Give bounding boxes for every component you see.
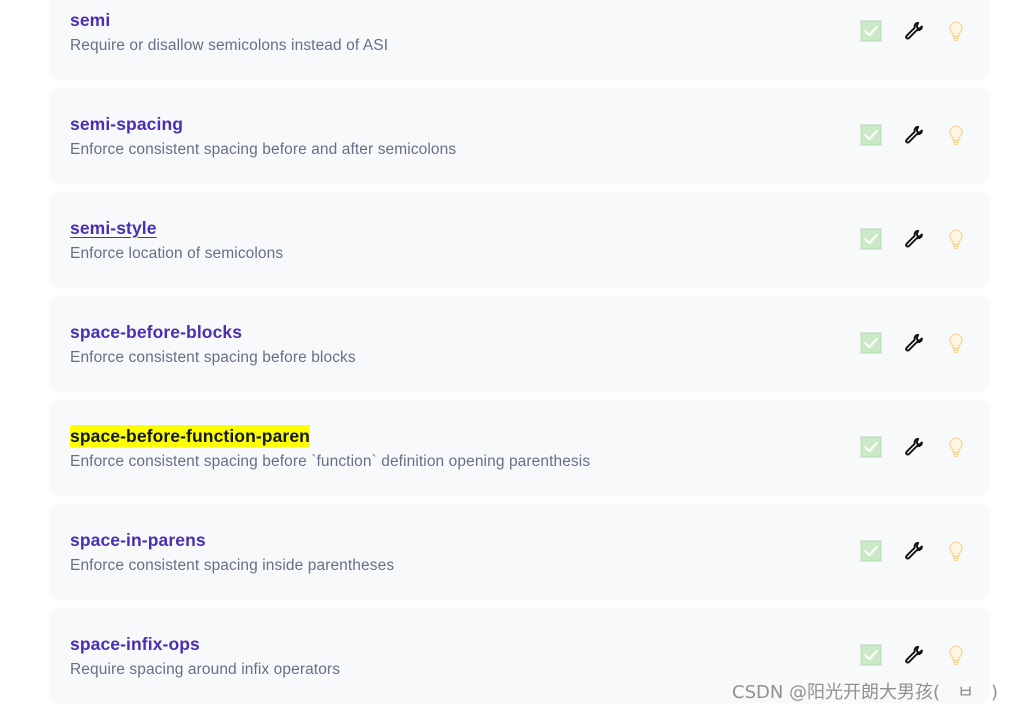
rule-icons <box>860 124 970 146</box>
check-square-icon <box>860 332 882 354</box>
check-square-icon <box>860 20 882 42</box>
rule-icons <box>860 540 970 562</box>
rule-icons <box>860 332 970 354</box>
rule-description: Enforce consistent spacing before `funct… <box>70 453 591 470</box>
wrench-icon <box>903 644 925 666</box>
rule-description: Require or disallow semicolons instead o… <box>70 37 389 54</box>
rule-card: semi Require or disallow semicolons inst… <box>50 0 989 78</box>
lightbulb-icon <box>945 540 967 562</box>
wrench-icon <box>903 124 925 146</box>
rule-name-link[interactable]: space-infix-ops <box>70 633 200 655</box>
wrench-icon <box>903 20 925 42</box>
rule-icons <box>860 644 970 666</box>
rule-icons <box>860 228 970 250</box>
lightbulb-icon <box>945 332 967 354</box>
rule-card: semi-style Enforce location of semicolon… <box>50 192 989 286</box>
rule-card: space-before-blocks Enforce consistent s… <box>50 296 989 390</box>
wrench-icon <box>903 332 925 354</box>
rules-page: semi Require or disallow semicolons inst… <box>0 0 1028 708</box>
lightbulb-icon <box>945 20 967 42</box>
rule-name-link[interactable]: space-before-blocks <box>70 321 242 343</box>
rule-description: Enforce consistent spacing before and af… <box>70 141 457 158</box>
rule-card: space-before-function-paren Enforce cons… <box>50 400 989 494</box>
rule-name-link[interactable]: semi-spacing <box>70 113 183 135</box>
lightbulb-icon <box>945 644 967 666</box>
rule-list: semi Require or disallow semicolons inst… <box>50 0 989 708</box>
wrench-icon <box>903 540 925 562</box>
check-square-icon <box>860 124 882 146</box>
rule-description: Enforce consistent spacing before blocks <box>70 349 356 366</box>
lightbulb-icon <box>945 228 967 250</box>
wrench-icon <box>903 228 925 250</box>
rule-card: semi-spacing Enforce consistent spacing … <box>50 88 989 182</box>
rule-icons <box>860 436 970 458</box>
rule-description: Require spacing around infix operators <box>70 661 341 678</box>
rule-name-link[interactable]: space-before-function-paren <box>70 425 310 447</box>
check-square-icon <box>860 228 882 250</box>
check-square-icon <box>860 540 882 562</box>
lightbulb-icon <box>945 124 967 146</box>
rule-card: space-in-parens Enforce consistent spaci… <box>50 504 989 598</box>
rule-description: Enforce consistent spacing inside parent… <box>70 557 395 574</box>
rule-icons <box>860 20 970 42</box>
rule-name-link[interactable]: space-in-parens <box>70 529 206 551</box>
lightbulb-icon <box>945 436 967 458</box>
rule-description: Enforce location of semicolons <box>70 245 284 262</box>
check-square-icon <box>860 644 882 666</box>
rule-name-link[interactable]: semi-style <box>70 217 157 239</box>
check-square-icon <box>860 436 882 458</box>
watermark: CSDN @阳光开朗大男孩( ㅂ ) <box>732 682 998 703</box>
wrench-icon <box>903 436 925 458</box>
rule-name-link[interactable]: semi <box>70 9 110 31</box>
